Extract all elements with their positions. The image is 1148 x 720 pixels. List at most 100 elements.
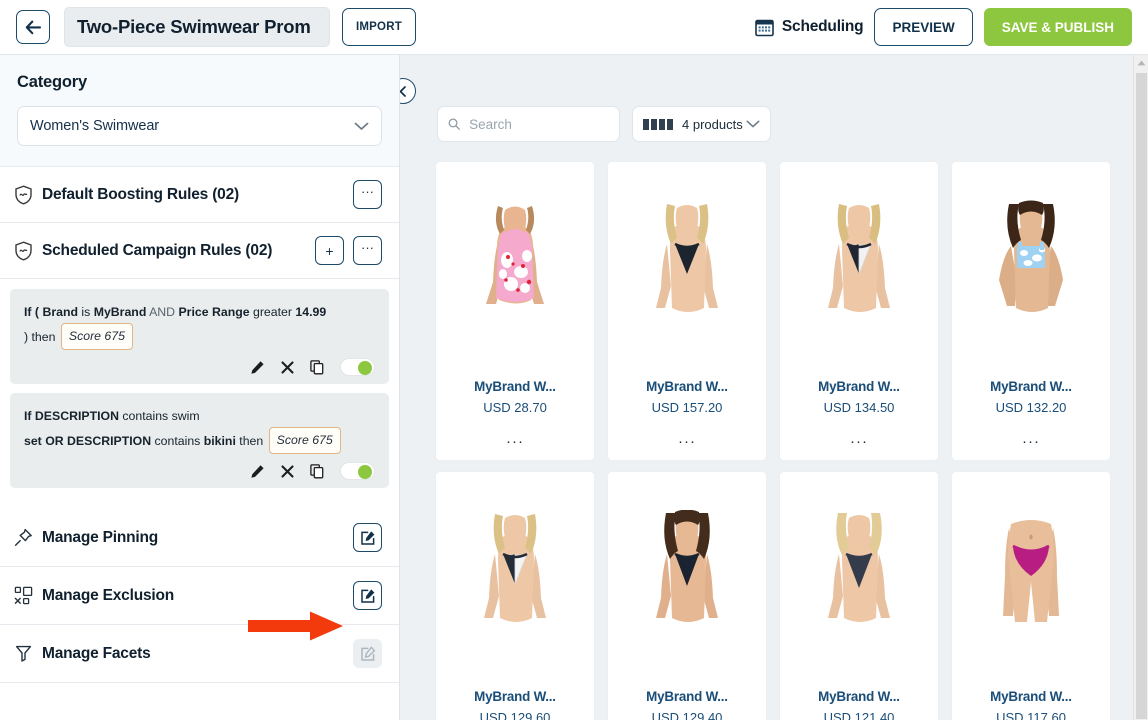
- product-name: MyBrand W...: [818, 689, 900, 704]
- product-grid: MyBrand W... USD 28.70 ··· MyBrand W... …: [400, 156, 1148, 720]
- sidebar-item-manage-facets[interactable]: Manage Facets: [0, 625, 399, 683]
- page-title: Two-Piece Swimwear Prom: [77, 16, 311, 37]
- product-image: [788, 482, 930, 687]
- product-more-button[interactable]: ···: [850, 434, 868, 452]
- section-scheduled-campaign-rules[interactable]: Scheduled Campaign Rules (02) + ···: [0, 223, 399, 279]
- product-card[interactable]: MyBrand W... USD 129.40 ···: [607, 471, 767, 720]
- duplicate-icon[interactable]: [310, 463, 324, 479]
- product-card[interactable]: MyBrand W... USD 28.70 ···: [435, 161, 595, 461]
- rule2-line1-field: If DESCRIPTION: [24, 409, 119, 423]
- rule-enabled-toggle[interactable]: [340, 358, 375, 376]
- product-image: [616, 172, 758, 377]
- scrollbar-thumb[interactable]: [1136, 73, 1147, 719]
- back-button[interactable]: [16, 10, 50, 44]
- product-card-cell: MyBrand W... USD 132.20 ···: [945, 156, 1117, 466]
- rule-field-1: Brand: [42, 305, 78, 319]
- product-image: [616, 482, 758, 687]
- scroll-up-arrow-icon[interactable]: [1134, 55, 1148, 71]
- product-count-label: 4 products: [682, 116, 743, 132]
- products-toolbar: 4 products: [400, 55, 1148, 142]
- product-image: [444, 482, 586, 687]
- product-image: [444, 172, 586, 377]
- product-card[interactable]: MyBrand W... USD 132.20 ···: [951, 161, 1111, 461]
- sidebar-item-manage-pinning[interactable]: Manage Pinning: [0, 509, 399, 567]
- section-default-boosting-rules[interactable]: Default Boosting Rules (02) ···: [0, 167, 399, 223]
- campaign-rules-more-button[interactable]: ···: [353, 236, 382, 265]
- product-photo-black-triangle-top-icon: [637, 199, 737, 350]
- product-image: [788, 172, 930, 377]
- category-title: Category: [17, 73, 87, 91]
- product-card[interactable]: MyBrand W... USD 134.50 ···: [779, 161, 939, 461]
- body: Category Women's Swimwear Default Boosti…: [0, 55, 1148, 720]
- duplicate-icon[interactable]: [310, 359, 324, 375]
- scheduling-button[interactable]: Scheduling: [755, 18, 864, 37]
- chevron-down-icon: [746, 120, 760, 128]
- exclusion-icon: [10, 586, 36, 605]
- rule-score-chip: Score 675: [268, 427, 341, 454]
- category-block: Category Women's Swimwear: [0, 55, 399, 167]
- rule-op-1: is: [81, 305, 91, 319]
- preview-label: PREVIEW: [892, 19, 955, 35]
- vertical-scrollbar[interactable]: [1133, 55, 1148, 720]
- manage-pinning-edit-button[interactable]: [353, 523, 382, 552]
- product-card[interactable]: MyBrand W... USD 157.20 ···: [607, 161, 767, 461]
- product-more-button[interactable]: ···: [506, 434, 524, 452]
- section-actions: + ···: [315, 236, 382, 265]
- product-photo-floral-top-icon: [465, 199, 565, 350]
- edit-square-icon: [360, 530, 374, 545]
- shield-check-icon: [10, 184, 36, 205]
- sidebar-item-label: Manage Pinning: [42, 528, 159, 546]
- product-card-cell: MyBrand W... USD 129.60 ···: [429, 466, 601, 720]
- product-price: USD 129.40: [651, 710, 723, 720]
- product-card[interactable]: MyBrand W... USD 117.60 ···: [951, 471, 1111, 720]
- product-price: USD 132.20: [995, 400, 1067, 415]
- close-icon[interactable]: [281, 360, 294, 374]
- search-input[interactable]: [469, 116, 609, 132]
- product-card-cell: MyBrand W... USD 121.40 ···: [773, 466, 945, 720]
- product-card[interactable]: MyBrand W... USD 121.40 ···: [779, 471, 939, 720]
- product-count-dropdown[interactable]: 4 products: [632, 106, 771, 142]
- rule-close: ) then: [24, 330, 56, 344]
- sidebar-item-label: Manage Exclusion: [42, 586, 175, 604]
- category-select[interactable]: Women's Swimwear: [17, 106, 382, 146]
- rule-enabled-toggle[interactable]: [340, 462, 375, 480]
- product-photo-blue-print-top-icon: [981, 199, 1081, 350]
- product-card-cell: MyBrand W... USD 28.70 ···: [429, 156, 601, 466]
- product-card[interactable]: MyBrand W... USD 129.60 ···: [435, 471, 595, 720]
- header-actions: Scheduling PREVIEW SAVE & PUBLISH: [755, 8, 1132, 46]
- product-more-button[interactable]: ···: [1022, 434, 1040, 452]
- save-and-publish-button[interactable]: SAVE & PUBLISH: [983, 8, 1132, 46]
- product-image: [960, 482, 1102, 687]
- arrow-left-icon: [25, 20, 41, 34]
- manage-facets-edit-button: [353, 639, 382, 668]
- search-box[interactable]: [437, 106, 620, 142]
- default-boosting-more-button[interactable]: ···: [353, 180, 382, 209]
- pencil-icon[interactable]: [250, 464, 265, 479]
- calendar-icon: [755, 19, 774, 36]
- pin-icon: [10, 528, 36, 547]
- rule-prefix: If (: [24, 305, 40, 319]
- product-name: MyBrand W...: [646, 689, 728, 704]
- preview-button[interactable]: PREVIEW: [874, 8, 973, 46]
- category-selected-value: Women's Swimwear: [30, 118, 160, 134]
- product-card-cell: MyBrand W... USD 134.50 ···: [773, 156, 945, 466]
- promotion-title-field[interactable]: Two-Piece Swimwear Prom: [64, 7, 330, 47]
- edit-square-icon: [360, 645, 375, 661]
- funnel-icon: [10, 644, 36, 663]
- sidebar-item-manage-exclusion[interactable]: Manage Exclusion: [0, 567, 399, 625]
- add-campaign-rule-button[interactable]: +: [315, 236, 344, 265]
- rule-expression: If DESCRIPTION contains swim set OR DESC…: [24, 406, 375, 454]
- manage-exclusion-edit-button[interactable]: [353, 581, 382, 610]
- chevron-down-icon: [354, 122, 369, 130]
- pencil-icon[interactable]: [250, 360, 265, 375]
- product-price: USD 157.20: [651, 400, 723, 415]
- product-price: USD 117.60: [996, 710, 1066, 720]
- rule2-line2-op: contains: [154, 434, 201, 448]
- rule-card-actions: [24, 358, 375, 376]
- import-button[interactable]: IMPORT: [342, 8, 416, 46]
- product-more-button[interactable]: ···: [678, 434, 696, 452]
- rule-card: If DESCRIPTION contains swim set OR DESC…: [10, 393, 389, 488]
- rule2-then: then: [239, 434, 264, 448]
- close-icon[interactable]: [281, 464, 294, 478]
- product-photo-navy-white-top-icon: [465, 509, 565, 660]
